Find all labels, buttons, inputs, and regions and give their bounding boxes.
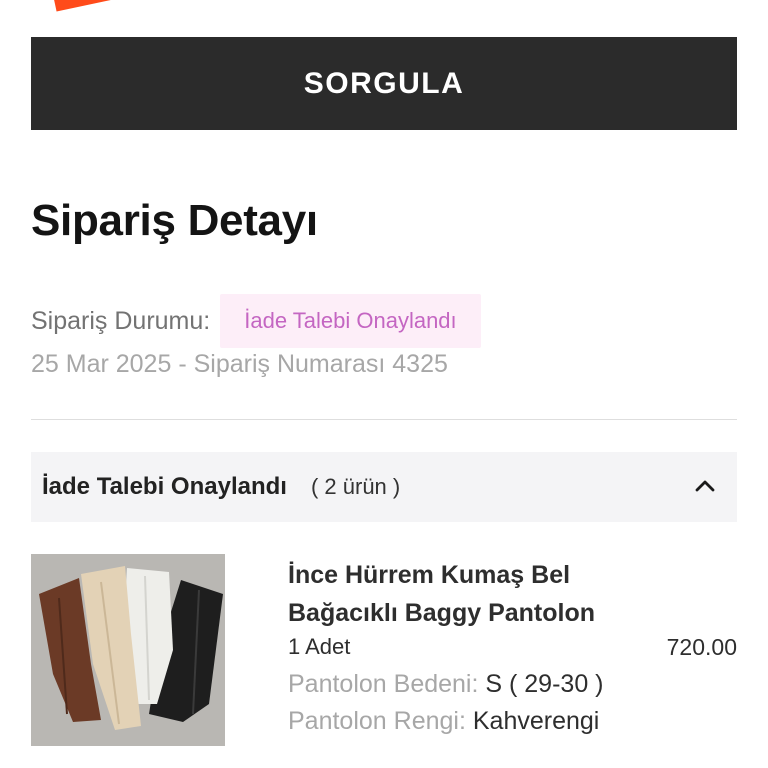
order-status-row: Sipariş Durumu: İade Talebi Onaylandı [31,294,481,348]
attribute-value: Kahverengi [472,707,600,735]
query-button[interactable]: SORGULA [31,37,737,130]
order-date-number: 25 Mar 2025 - Sipariş Numarası 4325 [31,350,448,378]
color-attribute: Pantolon Rengi: Kahverengi [288,707,599,736]
attribute-label: Pantolon Rengi: [288,707,466,735]
group-title: İade Talebi Onaylandı [42,473,287,500]
status-badge: İade Talebi Onaylandı [220,294,481,348]
chevron-up-icon[interactable] [693,474,717,498]
product-quantity: 1 Adet [288,634,351,659]
order-status-label: Sipariş Durumu: [31,306,211,335]
page-title: Sipariş Detayı [31,196,318,245]
group-item-count: ( 2 ürün ) [310,474,401,499]
product-name[interactable]: İnce Hürrem Kumaş Bel Bağacıklı Baggy Pa… [288,556,618,632]
attribute-label: Pantolon Bedeni: [288,670,479,698]
attribute-value: S ( 29-30 ) [485,670,604,698]
brand-logo-fragment [52,0,135,12]
product-image[interactable] [31,554,225,746]
return-group-header[interactable]: İade Talebi Onaylandı ( 2 ürün ) [31,452,737,522]
divider [31,419,737,420]
size-attribute: Pantolon Bedeni: S ( 29-30 ) [288,670,604,699]
product-price: 720.00 [666,634,737,660]
